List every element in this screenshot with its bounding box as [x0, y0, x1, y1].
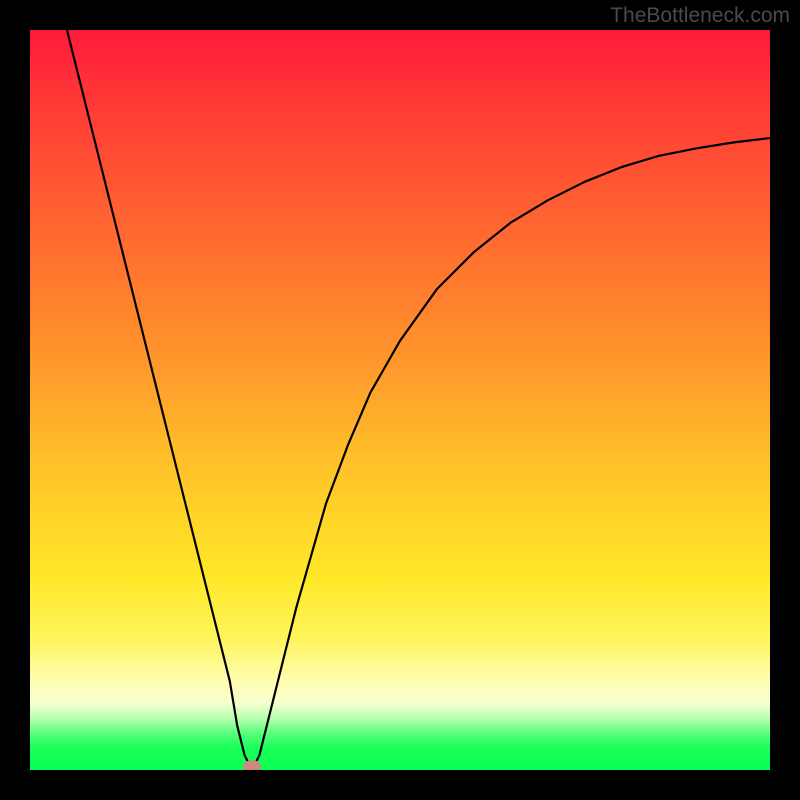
curve-overlay	[30, 30, 770, 770]
minimum-marker	[243, 760, 261, 770]
attribution-label: TheBottleneck.com	[610, 4, 790, 28]
bottleneck-curve-path	[67, 30, 770, 770]
plot-area	[30, 30, 770, 770]
chart-frame: TheBottleneck.com	[0, 0, 800, 800]
